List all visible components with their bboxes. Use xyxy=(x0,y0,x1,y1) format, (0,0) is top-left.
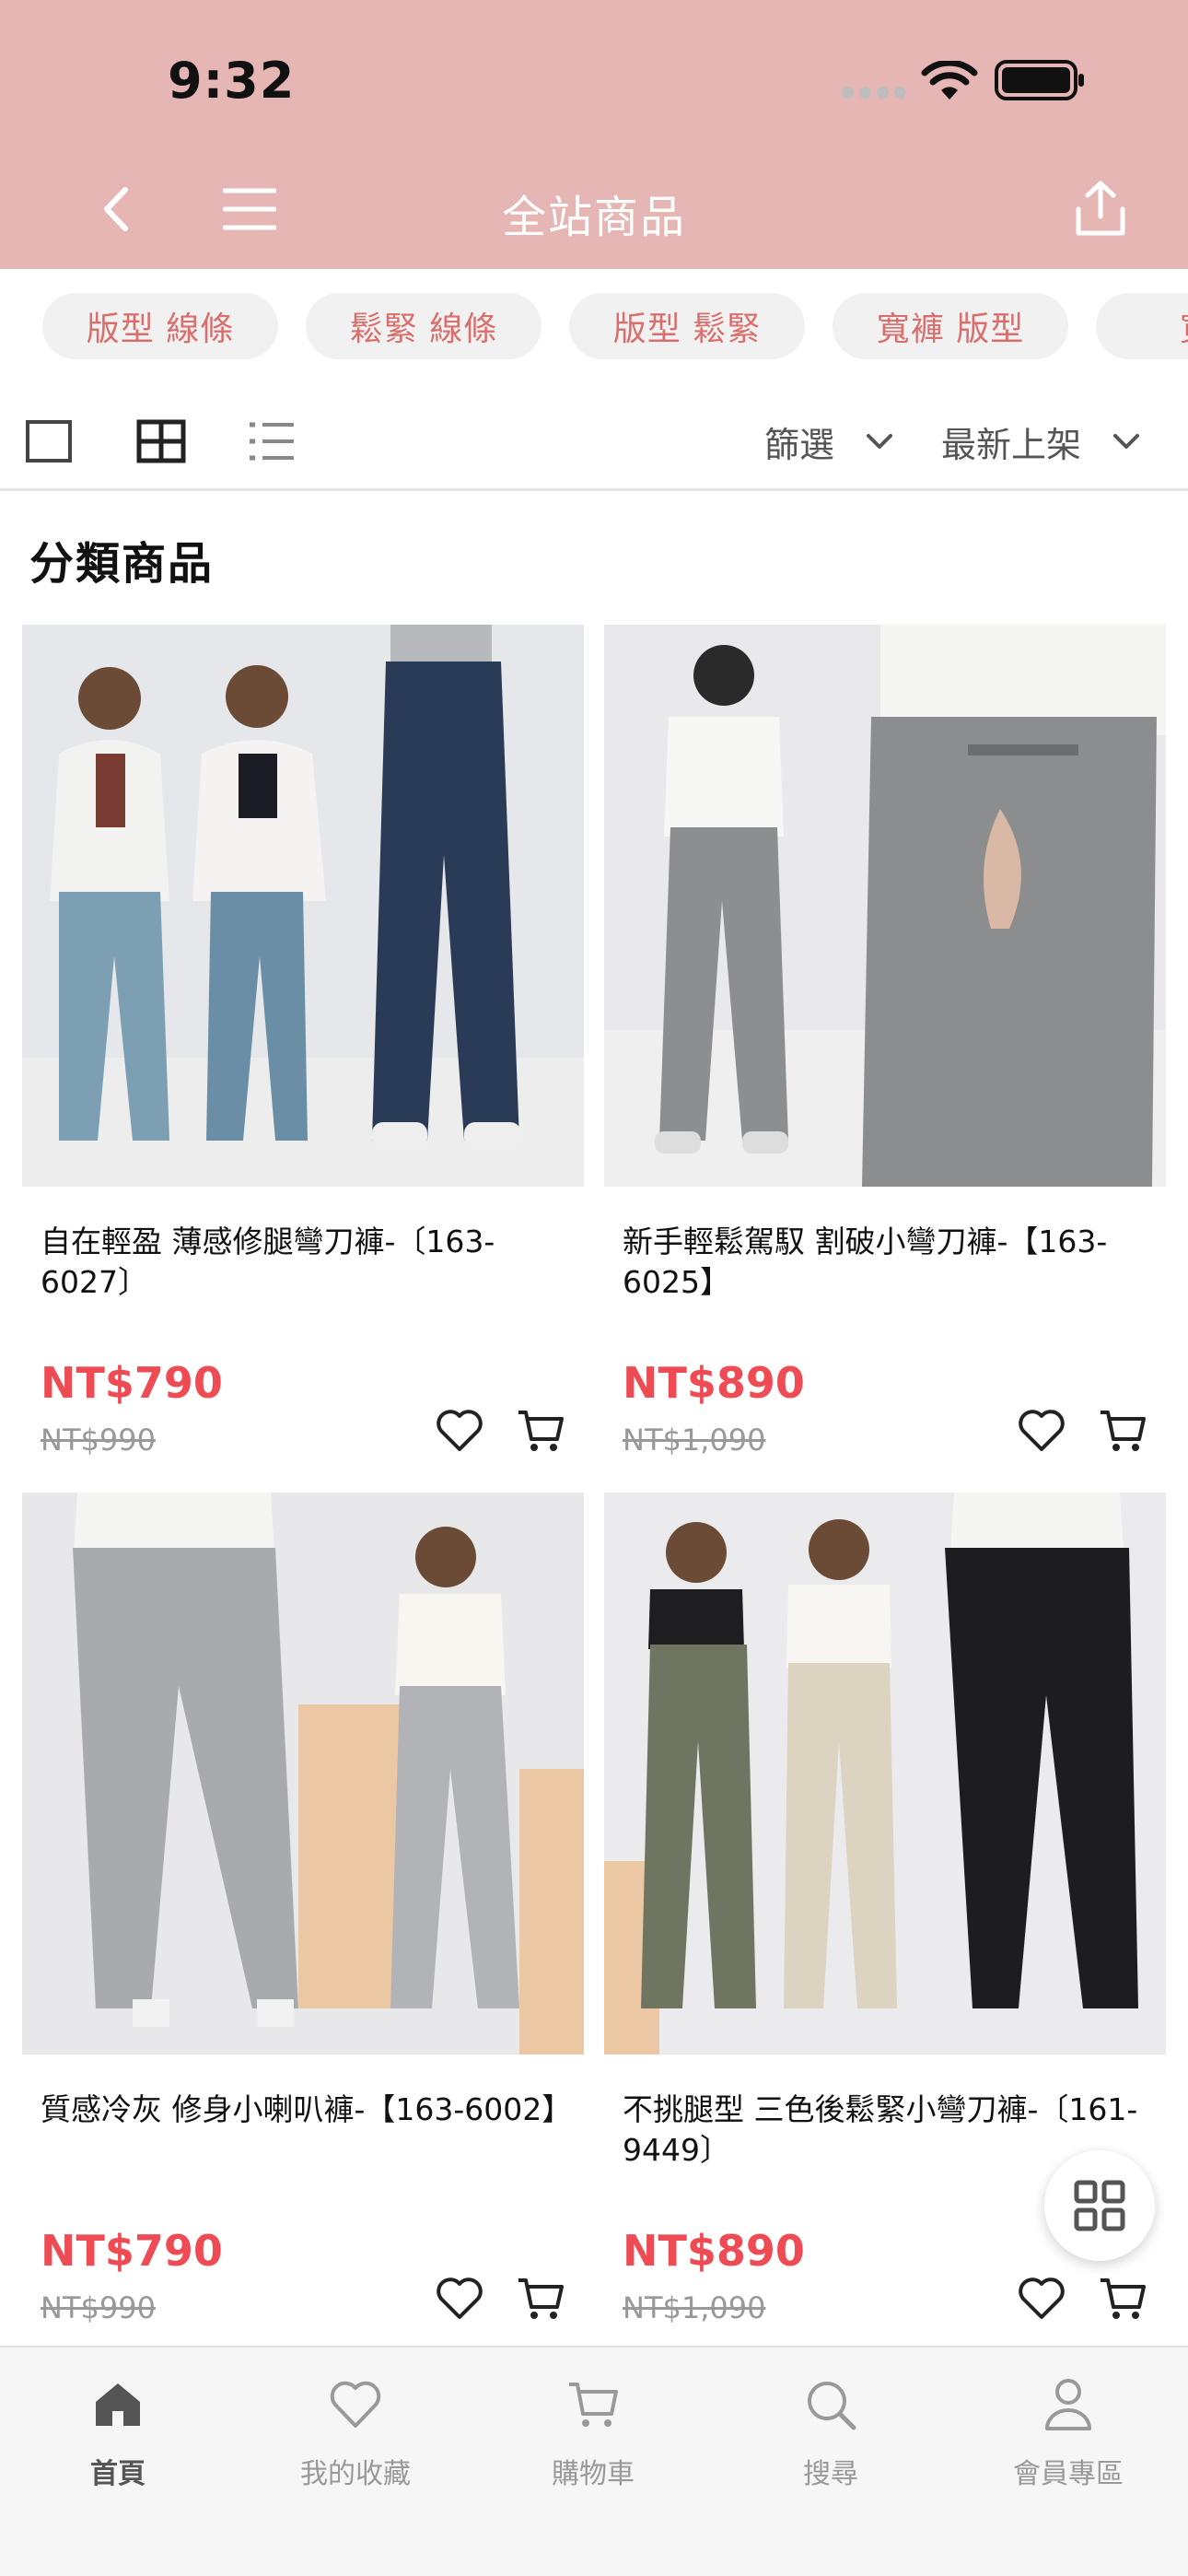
product-image[interactable] xyxy=(22,625,584,1187)
cart-icon xyxy=(1101,2278,1146,2319)
search-icon xyxy=(808,2382,856,2430)
product-name[interactable]: 質感冷灰 修身小喇叭褲-【163-6002】 xyxy=(41,2090,575,2130)
sort-dropdown[interactable]: 最新上架 xyxy=(941,409,1140,474)
tag-chip[interactable]: 版型 線條 xyxy=(42,293,278,359)
heart-icon xyxy=(1019,2277,1065,2319)
view-toolbar: 篩選 最新上架 xyxy=(0,396,1188,488)
product-price: NT$890 xyxy=(623,1358,805,1408)
tab-label: 首頁 xyxy=(90,2458,146,2490)
favorite-button[interactable] xyxy=(427,1399,492,1463)
grid-view-button[interactable] xyxy=(129,409,193,474)
cellular-signal-icon xyxy=(842,87,906,99)
tab-search[interactable]: 搜尋 xyxy=(748,2375,914,2513)
heart-icon xyxy=(1019,1410,1065,1451)
add-to-cart-button[interactable] xyxy=(508,2266,573,2331)
heart-icon xyxy=(437,2277,483,2319)
grid-view-icon xyxy=(136,419,186,463)
home-icon xyxy=(96,2383,140,2426)
tab-label: 我的收藏 xyxy=(300,2458,411,2490)
toolbar-divider xyxy=(0,488,1188,491)
cart-icon xyxy=(518,2278,564,2319)
tab-favorites[interactable]: 我的收藏 xyxy=(273,2375,438,2513)
wifi-icon xyxy=(921,61,978,100)
tag-list: 版型 線條 鬆緊 線條 版型 鬆緊 寬褲 版型 寬褲 xyxy=(42,293,1188,359)
tab-label: 搜尋 xyxy=(803,2458,858,2490)
cart-icon xyxy=(518,1411,564,1451)
tag-chip[interactable]: 鬆緊 線條 xyxy=(306,293,542,359)
tab-label: 購物車 xyxy=(552,2458,635,2490)
favorite-button[interactable] xyxy=(1009,1399,1074,1463)
share-icon xyxy=(1076,181,1125,236)
cart-icon xyxy=(569,2383,618,2427)
floating-grid-button[interactable] xyxy=(1044,2150,1155,2261)
tag-chip[interactable]: 版型 鬆緊 xyxy=(569,293,805,359)
page-title: 全站商品 xyxy=(501,192,686,243)
product-original-price: NT$1,090 xyxy=(623,2290,766,2325)
battery-icon xyxy=(995,60,1084,100)
chevron-down-icon xyxy=(1113,434,1140,449)
filter-dropdown[interactable]: 篩選 xyxy=(764,409,893,474)
tag-chip[interactable]: 寬褲 版型 xyxy=(833,293,1068,359)
chevron-down-icon xyxy=(867,434,893,449)
add-to-cart-button[interactable] xyxy=(1090,2266,1155,2331)
app-header: 9:32 全站商品 xyxy=(0,0,1188,269)
heart-icon xyxy=(437,1410,483,1451)
app-screen: 9:32 全站商品 版型 線條 鬆緊 線條 版型 鬆緊 寬褲 版型 篩選 最新上… xyxy=(0,0,1188,2576)
grid-icon xyxy=(1074,2180,1125,2231)
sort-label: 最新上架 xyxy=(941,424,1082,465)
person-icon xyxy=(1045,2379,1091,2430)
product-image[interactable] xyxy=(22,1493,584,2055)
tag-chip[interactable]: 寬褲 xyxy=(1096,293,1188,359)
filter-label: 篩選 xyxy=(764,424,835,465)
product-name[interactable]: 自在輕盈 薄感修腿彎刀褲-〔163-6027〕 xyxy=(41,1222,575,1303)
product-price: NT$890 xyxy=(623,2226,805,2276)
share-button[interactable] xyxy=(1068,173,1133,243)
tab-home[interactable]: 首頁 xyxy=(35,2375,201,2513)
single-square-icon xyxy=(26,420,72,463)
list-view-icon xyxy=(250,422,294,461)
single-view-button[interactable] xyxy=(17,409,81,474)
product-original-price: NT$990 xyxy=(41,1423,156,1458)
tab-cart[interactable]: 購物車 xyxy=(510,2375,676,2513)
tab-member[interactable]: 會員專區 xyxy=(985,2375,1151,2513)
product-original-price: NT$990 xyxy=(41,2290,156,2325)
tab-label: 會員專區 xyxy=(1013,2458,1124,2490)
product-name[interactable]: 新手輕鬆駕馭 割破小彎刀褲-【163-6025】 xyxy=(623,1222,1157,1303)
add-to-cart-button[interactable] xyxy=(508,1399,573,1463)
product-price: NT$790 xyxy=(41,2226,223,2276)
heart-icon xyxy=(330,2381,381,2428)
product-original-price: NT$1,090 xyxy=(623,1423,766,1458)
add-to-cart-button[interactable] xyxy=(1090,1399,1155,1463)
product-price: NT$790 xyxy=(41,1358,223,1408)
list-view-button[interactable] xyxy=(239,409,304,474)
bottom-tab-bar: 首頁 我的收藏 購物車 搜尋 會員專區 xyxy=(0,2346,1188,2576)
favorite-button[interactable] xyxy=(427,2266,492,2331)
product-image[interactable] xyxy=(604,1493,1166,2055)
product-image[interactable] xyxy=(604,625,1166,1187)
status-time: 9:32 xyxy=(168,52,296,110)
favorite-button[interactable] xyxy=(1009,2266,1074,2331)
cart-icon xyxy=(1101,1411,1146,1451)
section-title: 分類商品 xyxy=(29,538,215,590)
